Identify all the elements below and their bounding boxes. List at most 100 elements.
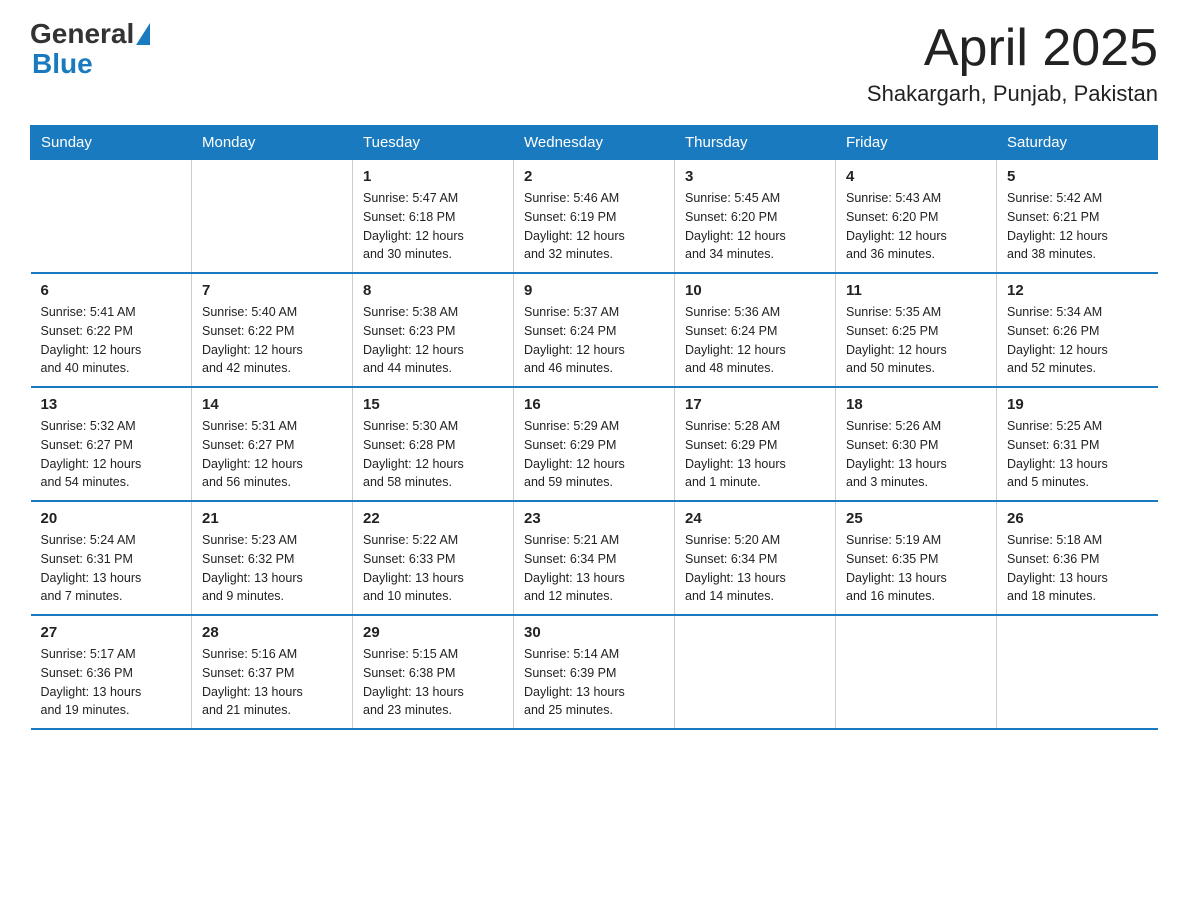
calendar-cell: 9Sunrise: 5:37 AM Sunset: 6:24 PM Daylig… (514, 273, 675, 387)
column-header-thursday: Thursday (675, 126, 836, 160)
logo-general-text: General (30, 20, 134, 48)
page-header: General Blue April 2025 Shakargarh, Punj… (30, 20, 1158, 107)
calendar-cell: 16 Sunrise: 5:29 AM Sunset: 6:29 PM Dayli… (514, 387, 675, 501)
column-header-saturday: Saturday (997, 126, 1158, 160)
calendar-cell (31, 160, 192, 274)
calendar-cell: 10Sunrise: 5:36 AM Sunset: 6:24 PM Dayli… (675, 273, 836, 387)
calendar-cell: 25 Sunrise: 5:19 AM Sunset: 6:35 PM Dayli… (836, 501, 997, 615)
calendar-cell: 6 Sunrise: 5:41 AM Sunset: 6:22 PM Daylig… (31, 273, 192, 387)
day-number: 22 (363, 510, 503, 527)
day-info: Sunrise: 5:43 AM Sunset: 6:20 PM Dayligh… (846, 189, 986, 264)
day-info: Sunrise: 5:30 AM Sunset: 6:28 PM Dayligh… (363, 417, 503, 492)
calendar-cell: 3 Sunrise: 5:45 AM Sunset: 6:20 PM Daylig… (675, 160, 836, 274)
day-number: 2 (524, 168, 664, 185)
calendar-cell: 15 Sunrise: 5:30 AM Sunset: 6:28 PM Dayli… (353, 387, 514, 501)
day-info: Sunrise: 5:32 AM Sunset: 6:27 PM Dayligh… (41, 417, 182, 492)
week-row-3: 13 Sunrise: 5:32 AM Sunset: 6:27 PM Dayli… (31, 387, 1158, 501)
day-info: Sunrise: 5:18 AM Sunset: 6:36 PM Dayligh… (1007, 531, 1148, 606)
calendar-cell: 14 Sunrise: 5:31 AM Sunset: 6:27 PM Dayli… (192, 387, 353, 501)
logo-arrow-icon (136, 23, 150, 45)
day-number: 7 (202, 282, 342, 299)
calendar-cell: 24 Sunrise: 5:20 AM Sunset: 6:34 PM Dayli… (675, 501, 836, 615)
day-number: 3 (685, 168, 825, 185)
calendar-cell: 8 Sunrise: 5:38 AM Sunset: 6:23 PM Daylig… (353, 273, 514, 387)
day-info: Sunrise: 5:34 AM Sunset: 6:26 PM Dayligh… (1007, 303, 1148, 378)
day-number: 23 (524, 510, 664, 527)
calendar-cell: 19Sunrise: 5:25 AM Sunset: 6:31 PM Dayli… (997, 387, 1158, 501)
day-info: Sunrise: 5:45 AM Sunset: 6:20 PM Dayligh… (685, 189, 825, 264)
day-info: Sunrise: 5:40 AM Sunset: 6:22 PM Dayligh… (202, 303, 342, 378)
title-block: April 2025 Shakargarh, Punjab, Pakistan (867, 20, 1158, 107)
day-info: Sunrise: 5:20 AM Sunset: 6:34 PM Dayligh… (685, 531, 825, 606)
calendar-cell: 5 Sunrise: 5:42 AM Sunset: 6:21 PM Daylig… (997, 160, 1158, 274)
calendar-cell: 21 Sunrise: 5:23 AM Sunset: 6:32 PM Dayli… (192, 501, 353, 615)
calendar-cell: 26 Sunrise: 5:18 AM Sunset: 6:36 PM Dayli… (997, 501, 1158, 615)
column-header-tuesday: Tuesday (353, 126, 514, 160)
calendar-cell: 23 Sunrise: 5:21 AM Sunset: 6:34 PM Dayli… (514, 501, 675, 615)
day-number: 8 (363, 282, 503, 299)
calendar-cell: 11 Sunrise: 5:35 AM Sunset: 6:25 PM Dayli… (836, 273, 997, 387)
day-number: 27 (41, 624, 182, 641)
location-title: Shakargarh, Punjab, Pakistan (867, 81, 1158, 107)
day-number: 15 (363, 396, 503, 413)
week-row-5: 27Sunrise: 5:17 AM Sunset: 6:36 PM Dayli… (31, 615, 1158, 729)
day-number: 25 (846, 510, 986, 527)
day-info: Sunrise: 5:21 AM Sunset: 6:34 PM Dayligh… (524, 531, 664, 606)
day-info: Sunrise: 5:35 AM Sunset: 6:25 PM Dayligh… (846, 303, 986, 378)
day-info: Sunrise: 5:19 AM Sunset: 6:35 PM Dayligh… (846, 531, 986, 606)
day-number: 16 (524, 396, 664, 413)
calendar-cell: 30 Sunrise: 5:14 AM Sunset: 6:39 PM Dayli… (514, 615, 675, 729)
week-row-4: 20 Sunrise: 5:24 AM Sunset: 6:31 PM Dayli… (31, 501, 1158, 615)
logo: General Blue (30, 20, 152, 80)
calendar-cell: 4 Sunrise: 5:43 AM Sunset: 6:20 PM Daylig… (836, 160, 997, 274)
day-info: Sunrise: 5:41 AM Sunset: 6:22 PM Dayligh… (41, 303, 182, 378)
column-header-wednesday: Wednesday (514, 126, 675, 160)
calendar-cell: 20 Sunrise: 5:24 AM Sunset: 6:31 PM Dayli… (31, 501, 192, 615)
day-number: 29 (363, 624, 503, 641)
day-number: 14 (202, 396, 342, 413)
calendar-cell: 29 Sunrise: 5:15 AM Sunset: 6:38 PM Dayli… (353, 615, 514, 729)
day-number: 13 (41, 396, 182, 413)
calendar-cell (997, 615, 1158, 729)
day-info: Sunrise: 5:26 AM Sunset: 6:30 PM Dayligh… (846, 417, 986, 492)
day-info: Sunrise: 5:22 AM Sunset: 6:33 PM Dayligh… (363, 531, 503, 606)
day-info: Sunrise: 5:36 AM Sunset: 6:24 PM Dayligh… (685, 303, 825, 378)
column-header-friday: Friday (836, 126, 997, 160)
day-info: Sunrise: 5:47 AM Sunset: 6:18 PM Dayligh… (363, 189, 503, 264)
day-info: Sunrise: 5:15 AM Sunset: 6:38 PM Dayligh… (363, 645, 503, 720)
day-number: 11 (846, 282, 986, 299)
calendar-cell (675, 615, 836, 729)
calendar-cell: 18Sunrise: 5:26 AM Sunset: 6:30 PM Dayli… (836, 387, 997, 501)
day-info: Sunrise: 5:46 AM Sunset: 6:19 PM Dayligh… (524, 189, 664, 264)
day-number: 5 (1007, 168, 1148, 185)
day-number: 30 (524, 624, 664, 641)
calendar-cell: 7 Sunrise: 5:40 AM Sunset: 6:22 PM Daylig… (192, 273, 353, 387)
day-number: 28 (202, 624, 342, 641)
day-info: Sunrise: 5:31 AM Sunset: 6:27 PM Dayligh… (202, 417, 342, 492)
day-number: 20 (41, 510, 182, 527)
calendar-cell: 13 Sunrise: 5:32 AM Sunset: 6:27 PM Dayli… (31, 387, 192, 501)
calendar-cell: 1 Sunrise: 5:47 AM Sunset: 6:18 PM Daylig… (353, 160, 514, 274)
calendar-cell: 2 Sunrise: 5:46 AM Sunset: 6:19 PM Daylig… (514, 160, 675, 274)
calendar-cell (836, 615, 997, 729)
calendar-cell: 28Sunrise: 5:16 AM Sunset: 6:37 PM Dayli… (192, 615, 353, 729)
calendar-cell: 27Sunrise: 5:17 AM Sunset: 6:36 PM Dayli… (31, 615, 192, 729)
day-info: Sunrise: 5:24 AM Sunset: 6:31 PM Dayligh… (41, 531, 182, 606)
day-info: Sunrise: 5:14 AM Sunset: 6:39 PM Dayligh… (524, 645, 664, 720)
day-number: 1 (363, 168, 503, 185)
day-number: 4 (846, 168, 986, 185)
day-info: Sunrise: 5:38 AM Sunset: 6:23 PM Dayligh… (363, 303, 503, 378)
day-info: Sunrise: 5:23 AM Sunset: 6:32 PM Dayligh… (202, 531, 342, 606)
day-number: 26 (1007, 510, 1148, 527)
day-number: 24 (685, 510, 825, 527)
day-number: 6 (41, 282, 182, 299)
day-number: 21 (202, 510, 342, 527)
day-info: Sunrise: 5:37 AM Sunset: 6:24 PM Dayligh… (524, 303, 664, 378)
calendar-table: SundayMondayTuesdayWednesdayThursdayFrid… (30, 125, 1158, 730)
day-info: Sunrise: 5:42 AM Sunset: 6:21 PM Dayligh… (1007, 189, 1148, 264)
column-header-monday: Monday (192, 126, 353, 160)
day-info: Sunrise: 5:29 AM Sunset: 6:29 PM Dayligh… (524, 417, 664, 492)
day-info: Sunrise: 5:28 AM Sunset: 6:29 PM Dayligh… (685, 417, 825, 492)
week-row-1: 1 Sunrise: 5:47 AM Sunset: 6:18 PM Daylig… (31, 160, 1158, 274)
day-number: 19 (1007, 396, 1148, 413)
